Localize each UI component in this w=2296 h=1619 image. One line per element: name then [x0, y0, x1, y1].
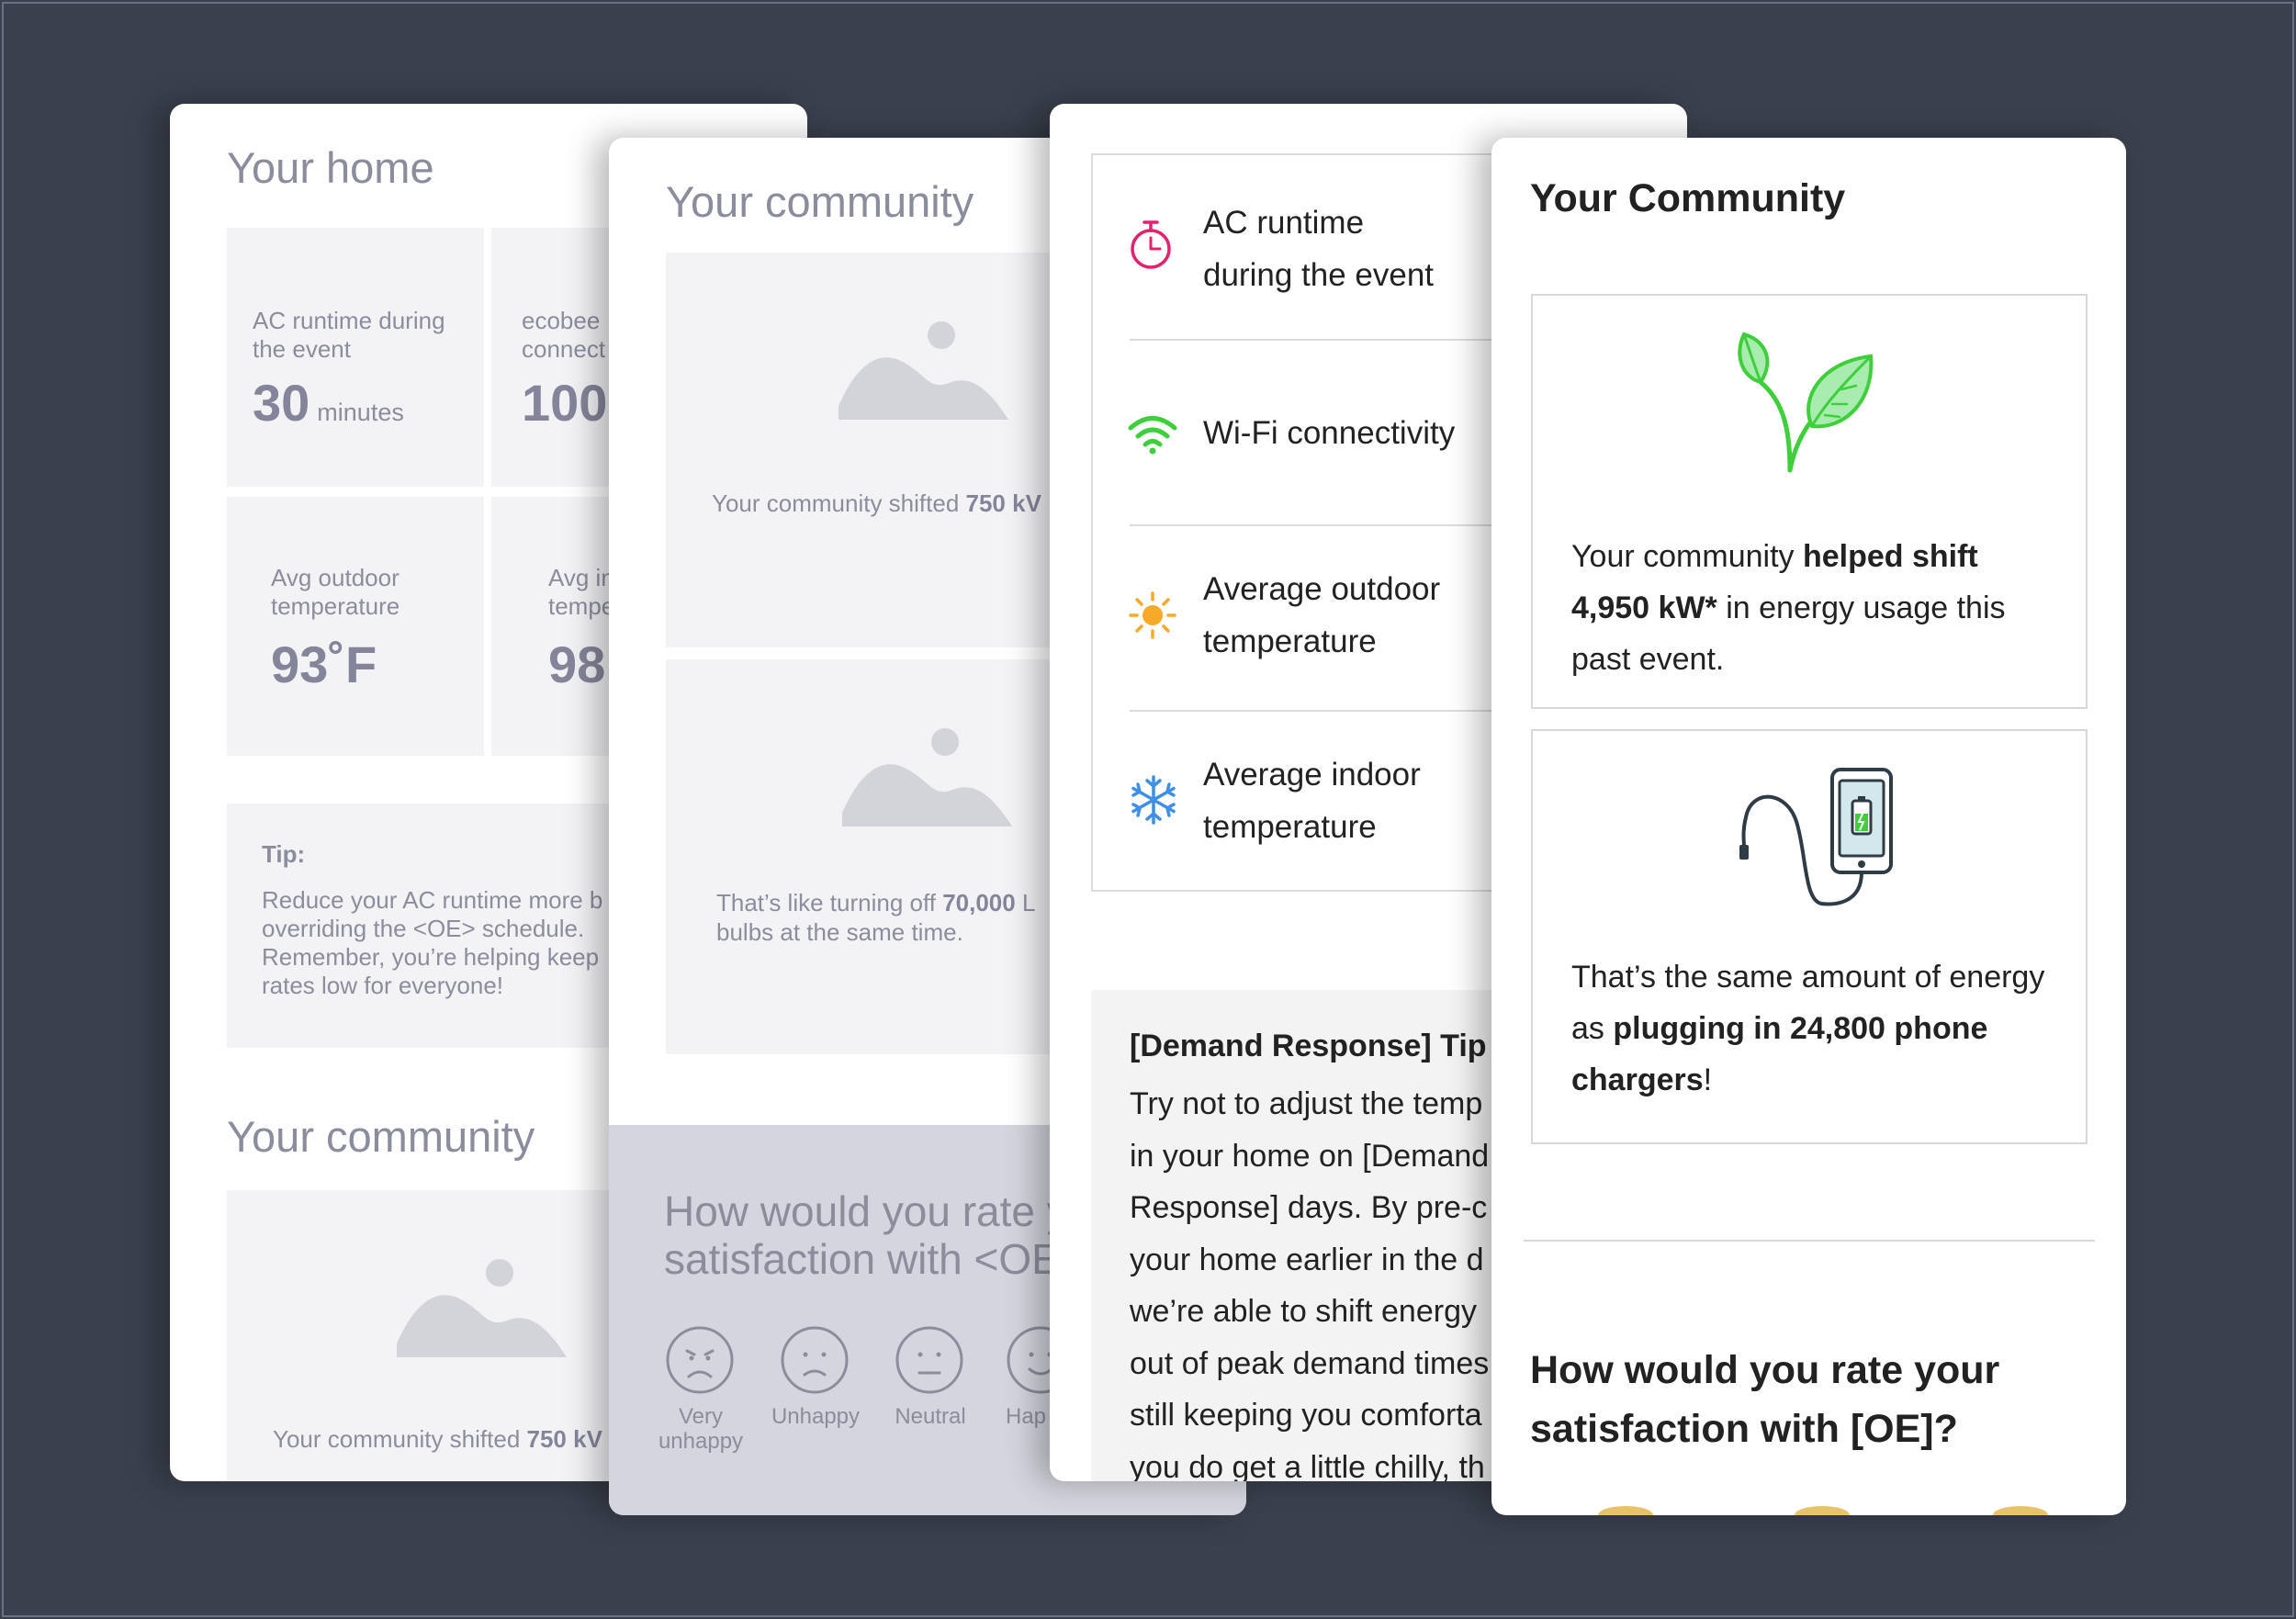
- rating-question: How would you rate y satisfaction with <…: [664, 1187, 1068, 1283]
- caption-text: L: [1015, 889, 1036, 916]
- caption-bold: 750 kV: [526, 1425, 602, 1453]
- stopwatch-icon: [1131, 220, 1171, 269]
- energy-shift-line2: 4,950 kW* in energy usage this: [1571, 582, 2006, 634]
- bold-text: plugging in 24,800 phone: [1613, 1011, 1988, 1046]
- your-community-title: Your community: [227, 1112, 535, 1161]
- text: in energy usage this: [1716, 590, 2006, 625]
- tile-value: 98: [548, 635, 606, 693]
- caption-text: That’s like turning off: [716, 889, 943, 916]
- rating-option-2[interactable]: [1795, 1506, 1850, 1515]
- tile-label: AC runtime during the event: [253, 307, 445, 363]
- tile-ac-runtime: AC runtime during the event 30 minutes: [227, 228, 484, 487]
- bold-text: chargers: [1571, 1062, 1704, 1097]
- caption-text: Your community shifted: [273, 1425, 527, 1453]
- rating-option-1[interactable]: [1598, 1506, 1653, 1515]
- charger-line2: as plugging in 24,800 phone: [1571, 1003, 1987, 1054]
- charger-line3: chargers!: [1571, 1054, 1712, 1106]
- energy-shift-box: Your community helped shift 4,950 kW* in…: [1531, 294, 2088, 709]
- text: Your community: [1571, 539, 1803, 574]
- tip-text: Reduce your AC runtime more b overriding…: [262, 886, 603, 999]
- caption-bold: 70,000: [942, 889, 1016, 916]
- tip-title: [Demand Response] Tip: [1130, 1029, 1487, 1063]
- tile-label: Avg in tempe: [548, 564, 615, 620]
- card-your-community-final: Your Community Your community helped shi…: [1491, 138, 2126, 1515]
- face-label: Unhappy: [771, 1404, 861, 1429]
- community-caption: Your community shifted 750 kV: [712, 489, 1041, 518]
- stat-label: Average outdoor temperature: [1203, 571, 1441, 659]
- tile-value: 30 minutes: [253, 373, 404, 433]
- rating-question: How would you rate your satisfaction wit…: [1530, 1348, 2000, 1451]
- rating-option-3[interactable]: [1993, 1506, 2048, 1515]
- face-label: Very unhappy: [658, 1404, 744, 1454]
- sun-icon: [1129, 591, 1176, 639]
- leaf-icon: [1738, 332, 1874, 473]
- your-community-title: Your community: [666, 177, 974, 226]
- text: as: [1571, 1011, 1614, 1046]
- bold-text: helped shift: [1802, 539, 1978, 574]
- tile-label: ecobee connect: [522, 307, 606, 363]
- your-community-title: Your Community: [1530, 176, 1846, 220]
- very-unhappy-face-icon[interactable]: [665, 1325, 735, 1400]
- charger-line1: That’s the same amount of energy: [1571, 960, 2045, 995]
- unhappy-face-icon[interactable]: [780, 1325, 850, 1400]
- your-home-title: Your home: [227, 143, 434, 192]
- bulbs-caption-line1: That’s like turning off 70,000 L: [716, 889, 1035, 917]
- phone-charger-box: That’s the same amount of energy as plug…: [1531, 729, 2088, 1144]
- stat-label: Wi-Fi connectivity: [1203, 415, 1456, 451]
- section-divider: [1524, 1240, 2095, 1242]
- caption-text: Your community shifted: [712, 489, 966, 517]
- tile-avg-outdoor: Avg outdoor temperature 93˚F: [227, 497, 484, 756]
- face-label: Neutral: [895, 1404, 966, 1429]
- image-placeholder-icon: [397, 1259, 567, 1357]
- stat-label: Average indoor temperature: [1203, 757, 1421, 845]
- tip-title: Tip:: [262, 840, 306, 868]
- stat-label: AC runtime during the event: [1203, 205, 1435, 293]
- energy-shift-line1: Your community helped shift: [1571, 531, 1978, 582]
- tile-value-number: 30: [253, 374, 310, 432]
- energy-shift-line3: past event.: [1571, 642, 1725, 677]
- tile-label: Avg outdoor temperature: [271, 564, 400, 620]
- tile-value: 93˚F: [271, 635, 377, 693]
- community-caption: Your community shifted 750 kV: [273, 1425, 602, 1454]
- snowflake-icon: [1131, 775, 1176, 825]
- tip-text: Try not to adjust the temp in your home …: [1130, 1086, 1490, 1481]
- bold-text: 4,950 kW*: [1571, 590, 1717, 625]
- tile-value: 100: [522, 374, 608, 432]
- tile-value-unit: minutes: [317, 399, 404, 426]
- phone-charger-icon: [1739, 768, 1893, 906]
- bulbs-caption-line2: bulbs at the same time.: [716, 918, 963, 946]
- wifi-icon: [1128, 416, 1177, 455]
- text: !: [1703, 1062, 1713, 1097]
- caption-bold: 750 kV: [965, 489, 1041, 517]
- image-placeholder-icon: [838, 321, 1008, 420]
- neutral-face-icon[interactable]: [895, 1325, 964, 1400]
- image-placeholder-icon: [842, 728, 1012, 826]
